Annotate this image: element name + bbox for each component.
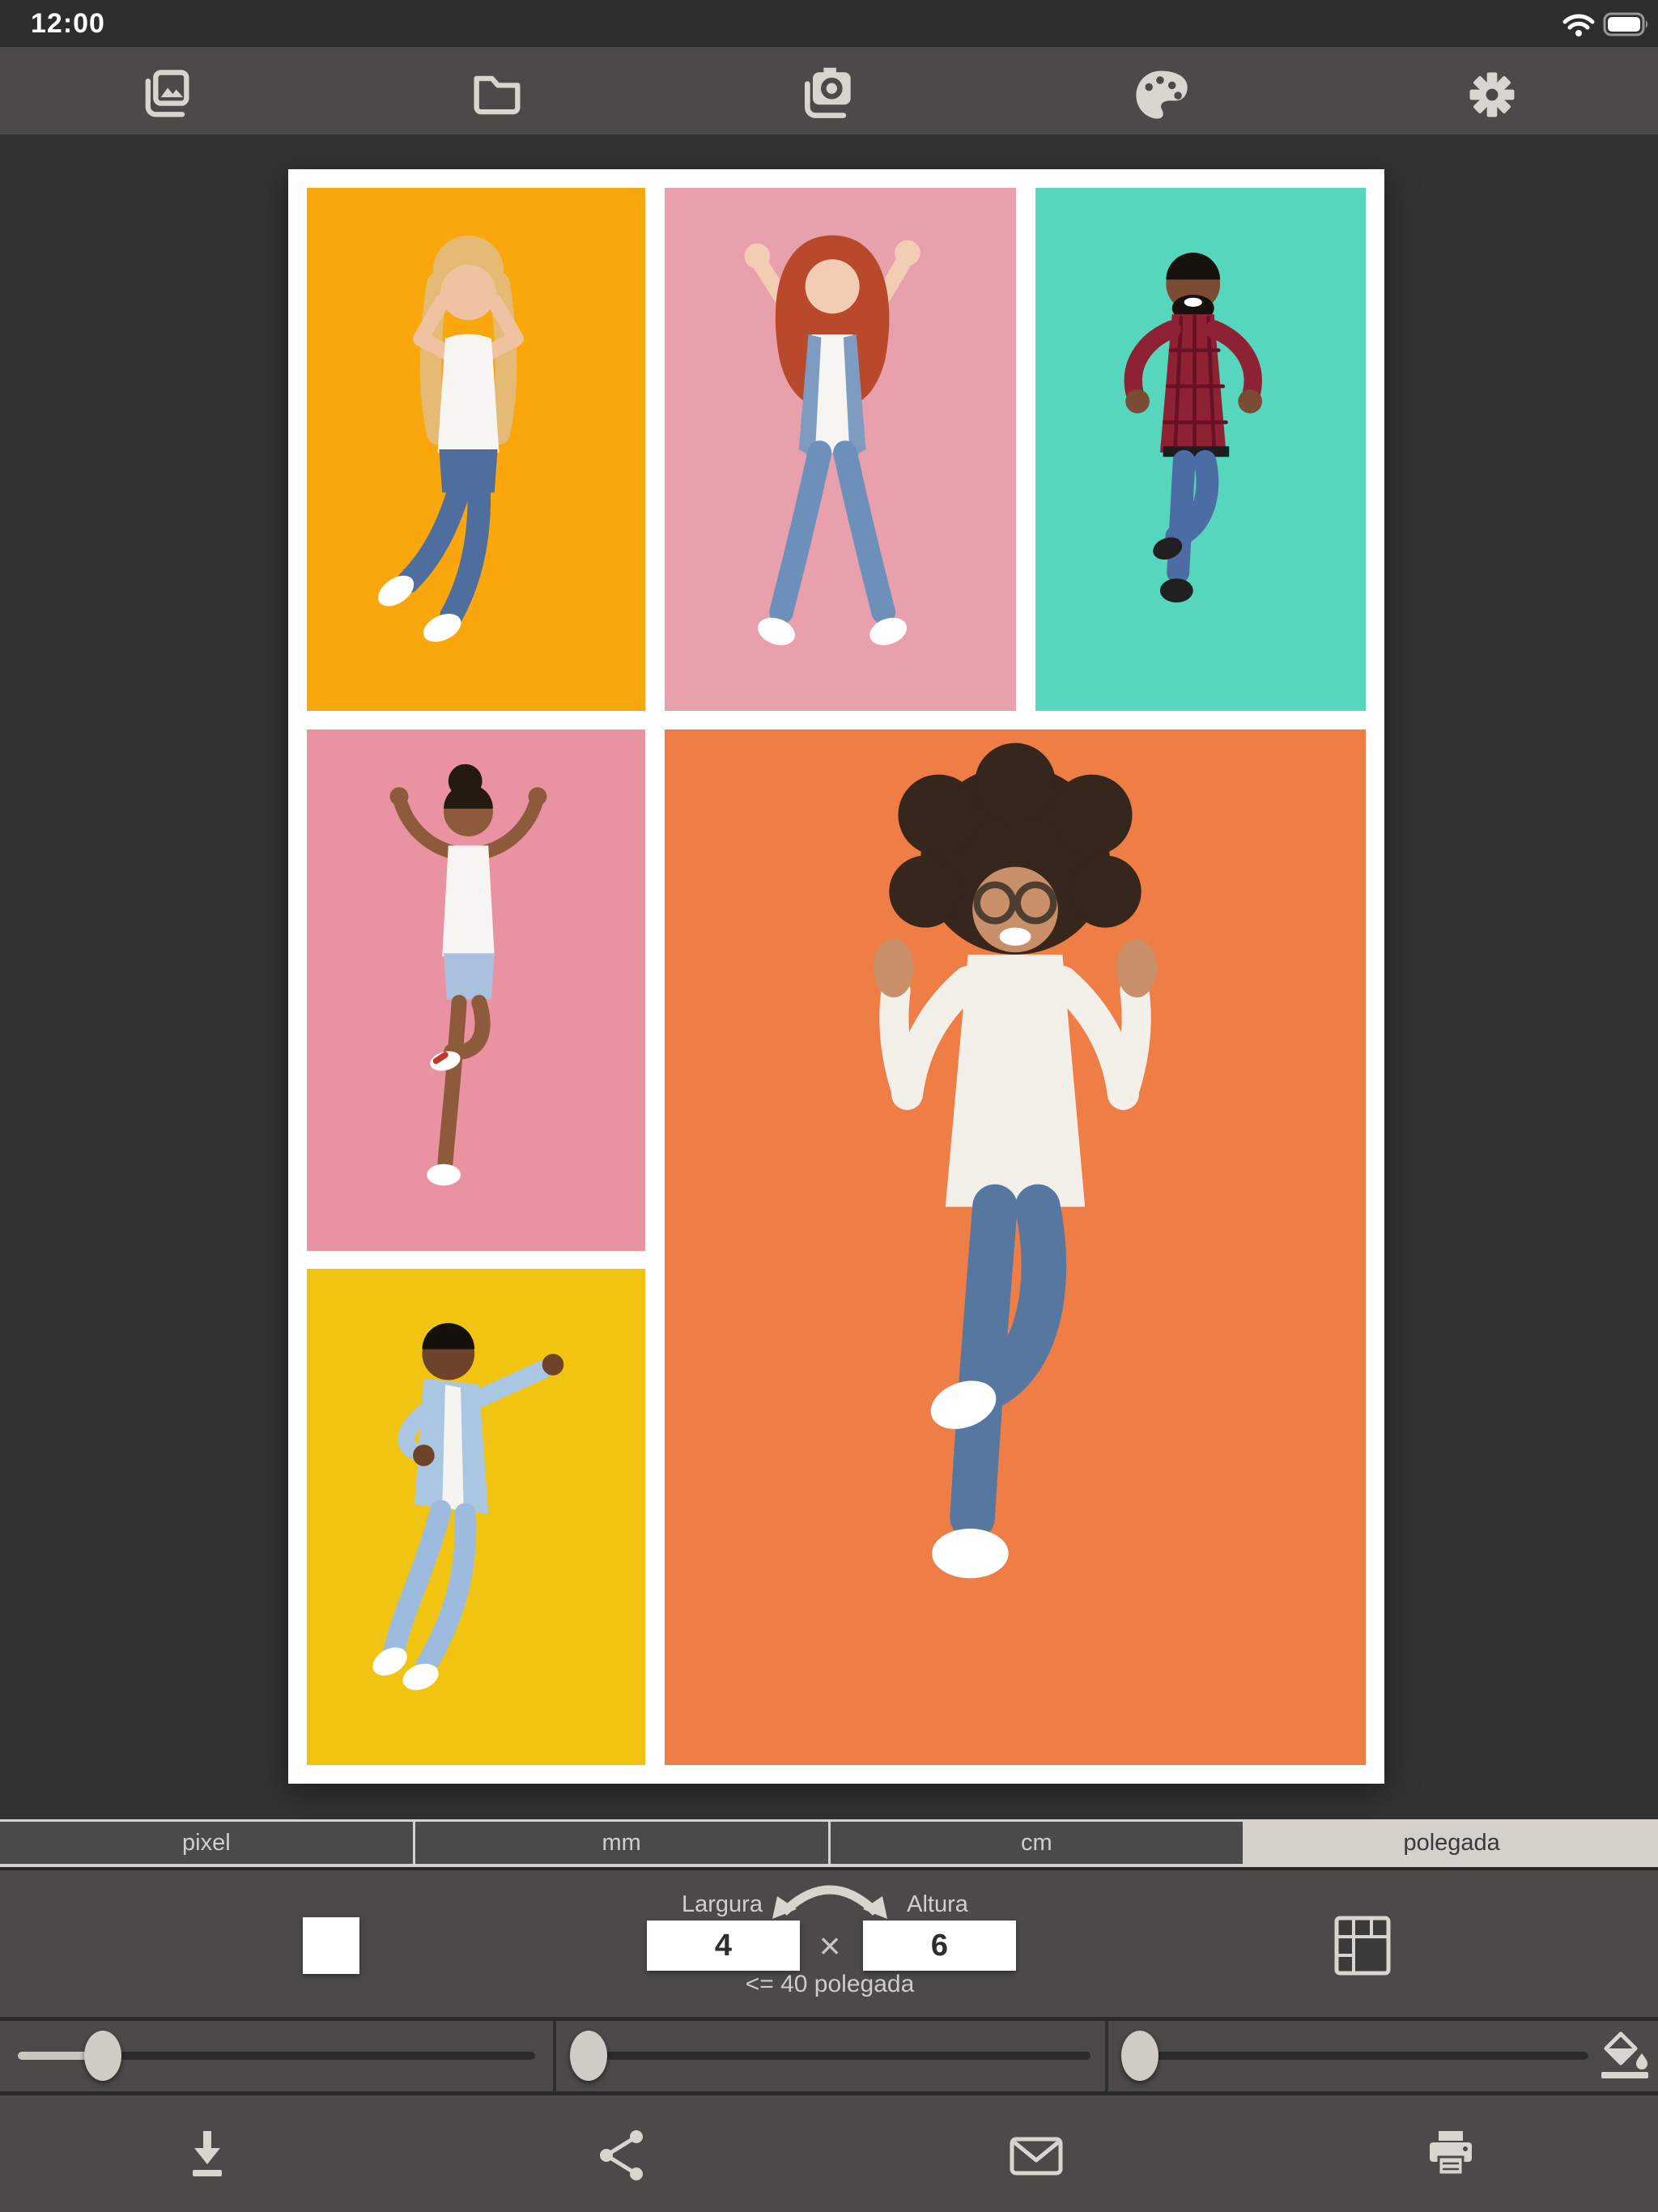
slider-1-thumb[interactable] <box>84 2031 121 2081</box>
settings-button[interactable] <box>1459 62 1525 128</box>
collage-photo-5[interactable] <box>307 1269 645 1765</box>
width-input[interactable] <box>647 1921 800 1971</box>
folder-button[interactable] <box>464 62 530 128</box>
size-limit-text: <= 40 polegada <box>668 1971 992 1998</box>
slider-3-thumb[interactable] <box>1121 2031 1158 2081</box>
share-icon <box>593 2126 650 2184</box>
print-button[interactable] <box>1414 2121 1487 2189</box>
email-icon <box>1005 2126 1067 2184</box>
times-symbol: × <box>797 1924 862 1967</box>
person-plaid-man-figure <box>1035 188 1366 711</box>
collage-photo-2[interactable] <box>665 188 1016 711</box>
slider-1 <box>0 2021 553 2091</box>
print-icon <box>1421 2126 1481 2184</box>
share-button[interactable] <box>585 2121 658 2189</box>
photo-library-icon <box>135 64 197 125</box>
camera-icon <box>797 62 861 127</box>
battery-icon <box>1603 11 1653 37</box>
save-button[interactable] <box>171 2121 244 2189</box>
person-afro-man-figure <box>665 730 1366 1765</box>
bottom-toolbar <box>0 2095 1658 2212</box>
collage-photo-3[interactable] <box>1035 188 1366 711</box>
email-button[interactable] <box>1000 2121 1073 2189</box>
slider-2-thumb[interactable] <box>570 2031 607 2081</box>
person-denim-man-figure <box>307 1269 645 1765</box>
top-toolbar <box>0 47 1658 134</box>
person-redhead-figure <box>665 188 1016 711</box>
swap-dimensions-icon[interactable] <box>769 1877 891 1922</box>
palette-button[interactable] <box>1128 62 1194 128</box>
height-input[interactable] <box>863 1921 1016 1971</box>
status-bar: 12:00 <box>0 0 1658 47</box>
download-icon <box>178 2126 236 2184</box>
palette-icon <box>1130 64 1192 125</box>
unit-tab-polegada[interactable]: polegada <box>1243 1822 1658 1864</box>
clock: 12:00 <box>31 8 105 40</box>
collage-photo-6[interactable] <box>665 730 1366 1765</box>
person-girl-figure <box>307 730 645 1251</box>
wifi-icon <box>1561 11 1596 37</box>
unit-tab-mm[interactable]: mm <box>413 1822 828 1864</box>
adjust-sliders <box>0 2021 1658 2095</box>
slider-3 <box>1105 2021 1658 2091</box>
photo-library-button[interactable] <box>133 62 199 128</box>
collage-layout-icon[interactable] <box>1334 1916 1391 1976</box>
slider-2 <box>553 2021 1108 2091</box>
collage-photo-4[interactable] <box>307 730 645 1251</box>
gear-icon <box>1461 64 1523 125</box>
app: 12:00 <box>0 0 1658 2212</box>
slider-3-track[interactable] <box>1126 2052 1588 2060</box>
collage-canvas[interactable] <box>288 169 1384 1784</box>
slider-2-track[interactable] <box>574 2052 1090 2060</box>
person-blonde-figure <box>307 188 645 711</box>
unit-tabbar: pixel mm cm polegada <box>0 1819 1658 1867</box>
camera-button[interactable] <box>796 62 862 128</box>
background-color-swatch[interactable] <box>303 1917 359 1974</box>
unit-tab-cm[interactable]: cm <box>828 1822 1244 1864</box>
unit-tab-pixel[interactable]: pixel <box>0 1822 413 1864</box>
folder-icon <box>466 64 528 125</box>
size-controls: Largura Altura × <= 40 polegada <box>0 1870 1658 2021</box>
paint-bucket-icon[interactable] <box>1596 2029 1653 2081</box>
collage-photo-1[interactable] <box>307 188 645 711</box>
